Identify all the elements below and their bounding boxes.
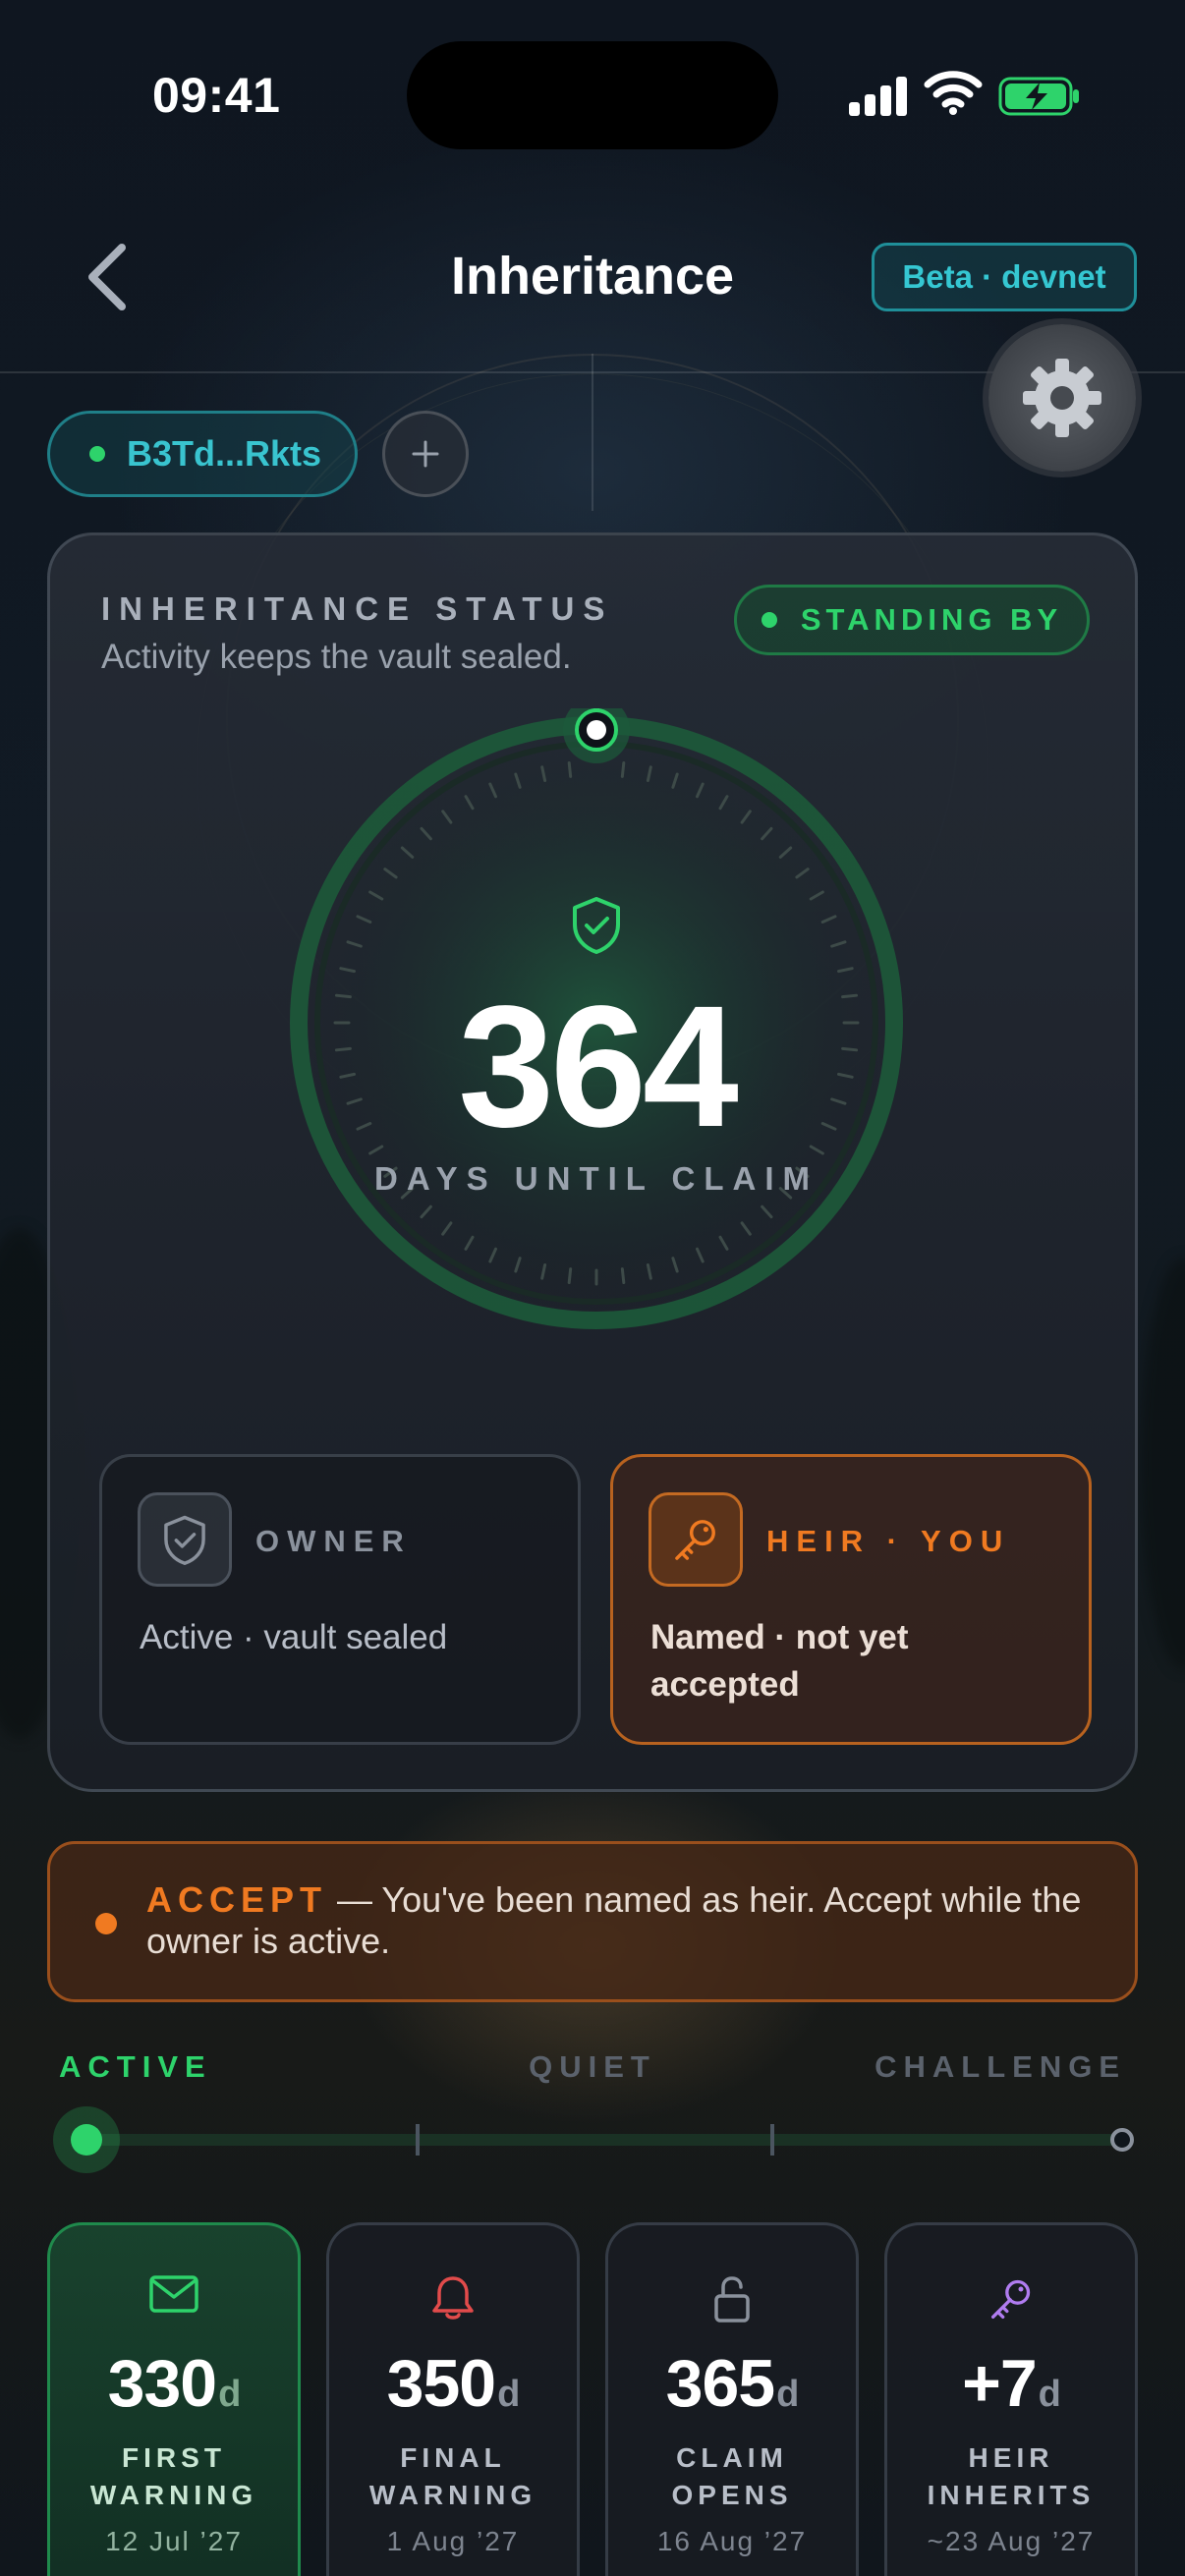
plus-icon [412, 440, 439, 468]
milestone-claim-opens[interactable]: 365d CLAIM OPENS 16 Aug ’27 [605, 2222, 859, 2576]
add-wallet-button[interactable] [382, 411, 469, 497]
phase-label-challenge: CHALLENGE [875, 2049, 1126, 2084]
milestone-label: FIRST WARNING [89, 2442, 258, 2510]
unlock-icon [714, 2276, 750, 2323]
heir-role-label: HEIR · YOU [766, 1524, 1011, 1558]
battery-charging-icon [998, 77, 1079, 116]
key-icon [991, 2279, 1031, 2319]
status-bar-time: 09:41 [152, 68, 281, 123]
phase-divider-tick [416, 2124, 420, 2156]
card-title: INHERITANCE STATUS [101, 590, 614, 627]
state-badge-label: STANDING BY [800, 602, 1063, 637]
milestone-date: ~23 Aug ’27 [927, 2526, 1096, 2556]
owner-role-label: OWNER [255, 1524, 412, 1558]
milestone-first-warning[interactable]: 330d FIRST WARNING 12 Jul ’27 [47, 2222, 301, 2576]
owner-role-card[interactable]: OWNER Active · vault sealed [99, 1454, 581, 1745]
wallet-selector[interactable]: B3Td...Rkts [47, 411, 358, 497]
key-icon [675, 1520, 715, 1560]
phase-timeline-track [85, 2134, 1124, 2146]
days-until-claim-label: DAYS UNTIL CLAIM [373, 1160, 819, 1197]
accept-alert-dot [95, 1913, 117, 1934]
accept-keyword: ACCEPT [146, 1879, 328, 1920]
heir-role-card[interactable]: HEIR · YOU Named · not yet accepted [610, 1454, 1092, 1745]
state-badge: STANDING BY [734, 585, 1090, 655]
inheritance-status-card: INHERITANCE STATUS Activity keeps the va… [47, 532, 1138, 1792]
milestone-value: 350d [386, 2346, 521, 2421]
phase-divider-tick [770, 2124, 774, 2156]
milestone-value: 365d [665, 2346, 800, 2421]
wifi-icon [924, 71, 983, 115]
accept-heir-banner[interactable]: ACCEPT — You've been named as heir. Acce… [47, 1841, 1138, 2002]
owner-role-icon-box [138, 1492, 232, 1587]
accept-separator: — [337, 1879, 373, 1920]
settings-button[interactable] [988, 324, 1136, 472]
timeline-end-marker [1110, 2128, 1134, 2152]
shield-check-icon [164, 1515, 205, 1565]
bell-icon [432, 2276, 474, 2320]
heir-role-description: Named · not yet accepted [650, 1618, 909, 1704]
milestone-value: 330d [107, 2346, 242, 2421]
days-until-claim-value: 364 [458, 971, 739, 1163]
dial-tick [620, 1267, 626, 1285]
milestone-date: 1 Aug ’27 [386, 2526, 520, 2556]
milestone-date: 16 Aug ’27 [656, 2526, 808, 2556]
cellular-signal-icon [849, 73, 908, 116]
card-subtitle: Activity keeps the vault sealed. [101, 638, 572, 676]
milestone-label: FINAL WARNING [368, 2442, 537, 2510]
dial-tick [567, 1267, 573, 1285]
background-center-line [592, 354, 593, 511]
milestone-heir-inherits[interactable]: +7d HEIR INHERITS ~23 Aug ’27 [884, 2222, 1138, 2576]
milestone-label: CLAIM OPENS [671, 2442, 793, 2510]
gear-icon [1023, 359, 1101, 437]
owner-role-description: Active · vault sealed [140, 1618, 448, 1656]
timeline-current-marker [53, 2106, 120, 2173]
network-badge[interactable]: Beta · devnet [872, 243, 1137, 311]
heir-role-icon-box [649, 1492, 743, 1587]
wallet-status-dot [89, 446, 105, 462]
background-tree-right [1140, 1258, 1185, 1670]
state-badge-dot [761, 612, 777, 628]
wallet-address: B3Td...Rkts [127, 433, 322, 474]
dial-tick [620, 760, 626, 778]
milestone-value: +7d [962, 2346, 1061, 2421]
envelope-icon [149, 2275, 198, 2313]
milestone-final-warning[interactable]: 350d FINAL WARNING 1 Aug ’27 [326, 2222, 580, 2576]
dynamic-island [407, 41, 778, 149]
accept-banner-text: ACCEPT — You've been named as heir. Acce… [146, 1879, 1109, 1962]
dial-tick [567, 760, 573, 778]
milestone-label: HEIR INHERITS [927, 2442, 1096, 2510]
milestone-date: 12 Jul ’27 [105, 2526, 243, 2556]
